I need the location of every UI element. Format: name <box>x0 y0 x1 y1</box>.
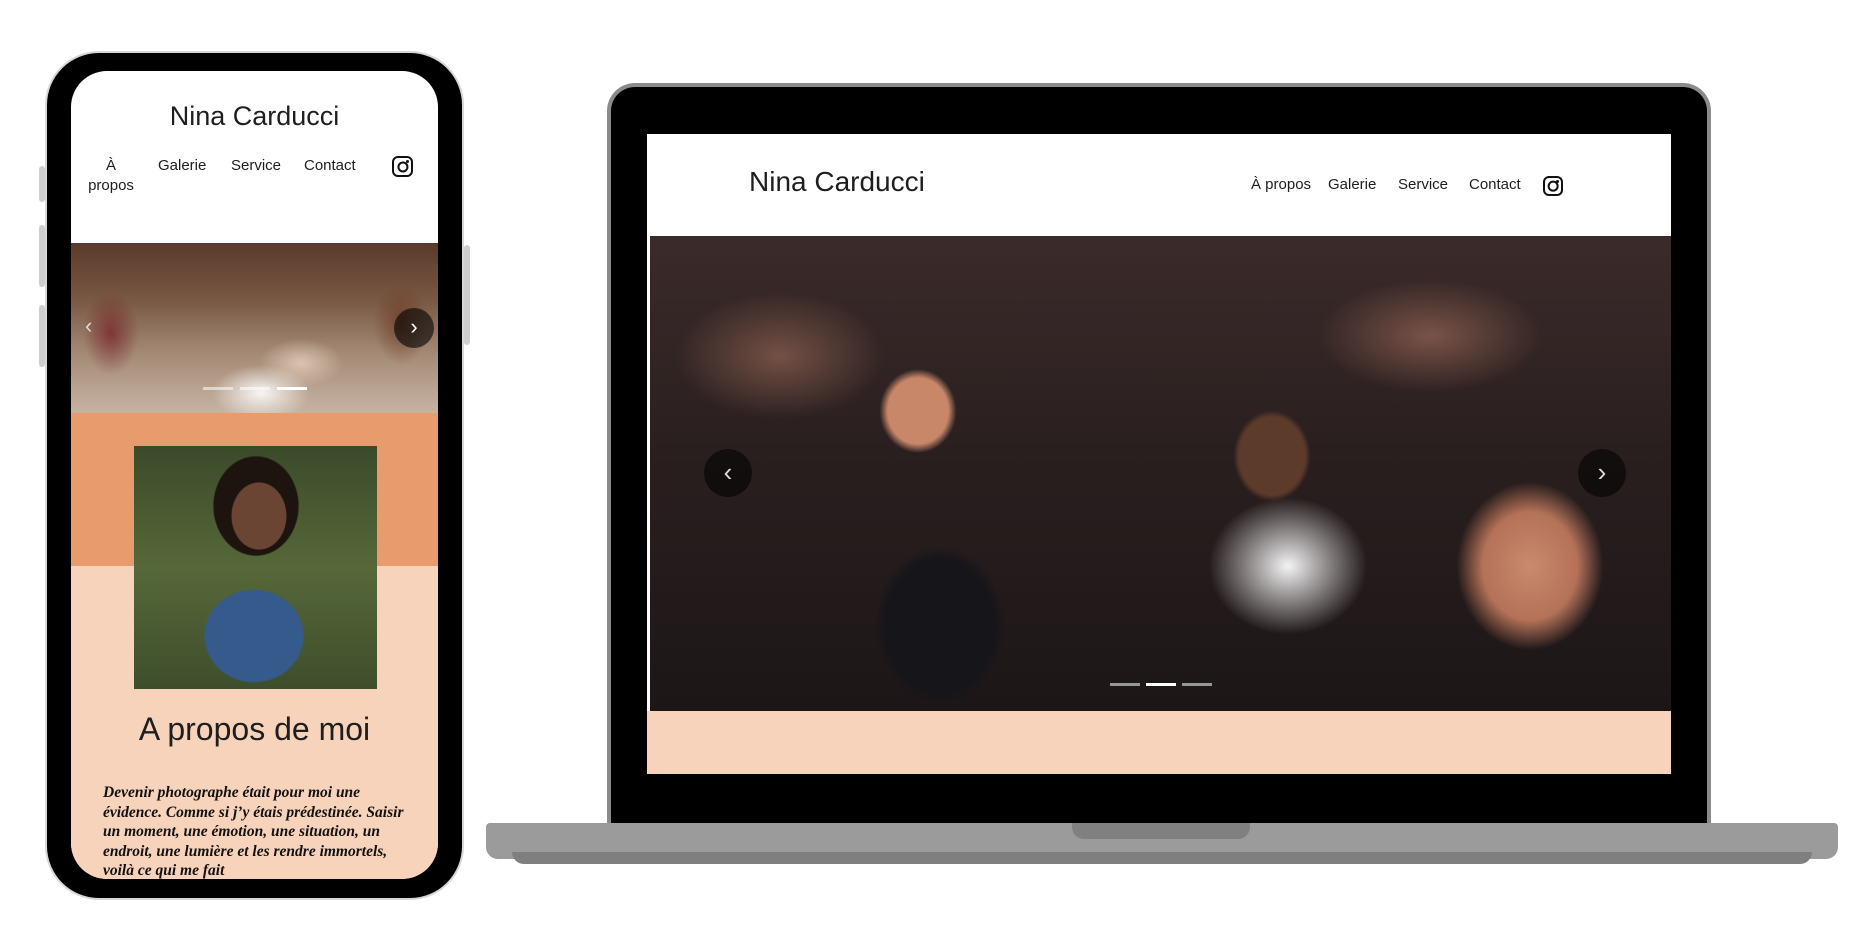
phone-power-button <box>464 245 470 345</box>
nav-link-label: À <box>105 157 116 174</box>
site-title[interactable]: Nina Carducci <box>71 101 438 132</box>
carousel-indicator[interactable] <box>203 387 233 390</box>
carousel-indicator[interactable] <box>240 387 270 390</box>
instagram-icon[interactable] <box>392 156 413 177</box>
phone-side-button <box>39 166 45 202</box>
laptop-screen: Nina Carducci À propos Galerie Service C… <box>647 134 1671 774</box>
laptop-notch <box>1072 823 1250 839</box>
carousel-prev-button[interactable]: ‹ <box>704 449 752 497</box>
about-section <box>647 711 1671 774</box>
phone-mockup: Nina Carducci À propos Galerie Service C… <box>39 53 470 898</box>
laptop-base-shadow <box>512 852 1812 864</box>
about-heading: A propos de moi <box>138 711 371 747</box>
portrait-photo <box>134 446 377 689</box>
phone-side-button <box>39 305 45 367</box>
nav-link-service[interactable]: Service <box>1398 176 1448 193</box>
phone-screen: Nina Carducci À propos Galerie Service C… <box>71 71 438 879</box>
carousel-prev-button[interactable]: ‹ <box>85 313 92 339</box>
carousel-indicator-active[interactable] <box>1146 683 1176 686</box>
carousel-next-button[interactable]: › <box>1578 449 1626 497</box>
nav-link-a-propos[interactable]: À propos <box>1251 176 1311 193</box>
carousel-indicator[interactable] <box>1110 683 1140 686</box>
carousel-indicator-active[interactable] <box>277 387 307 390</box>
carousel: ‹ › <box>650 236 1671 711</box>
about-text: Devenir photographe était pour moi une é… <box>103 784 404 879</box>
nav-link-service[interactable]: Service <box>231 156 281 176</box>
phone-side-button <box>39 225 45 287</box>
nav-link-contact[interactable]: Contact <box>1469 176 1521 193</box>
nav-link-a-propos[interactable]: À propos <box>81 156 141 196</box>
carousel: ‹ › <box>71 243 438 413</box>
carousel-next-button[interactable]: › <box>394 308 434 348</box>
main-nav: À propos Galerie Service Contact <box>71 156 438 206</box>
nav-link-galerie[interactable]: Galerie <box>1328 176 1376 193</box>
carousel-indicator[interactable] <box>1182 683 1212 686</box>
site-title[interactable]: Nina Carducci <box>749 166 925 198</box>
nav-link-contact[interactable]: Contact <box>304 156 356 176</box>
instagram-icon[interactable] <box>1543 176 1563 196</box>
nav-link-galerie[interactable]: Galerie <box>158 156 206 176</box>
nav-link-label: propos <box>88 177 134 194</box>
